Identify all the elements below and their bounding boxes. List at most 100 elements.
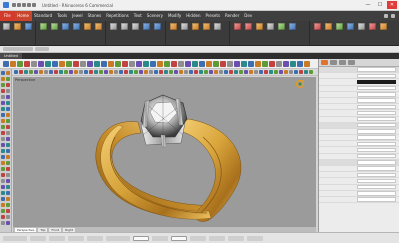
palette-tool-icon[interactable]: [6, 143, 10, 147]
toolbar-tool-icon[interactable]: [255, 60, 261, 67]
minimize-button[interactable]: —: [363, 1, 373, 9]
viewport-tab-right[interactable]: Right: [63, 227, 75, 232]
palette-tool-icon[interactable]: [1, 71, 5, 75]
toolbar-tool-icon[interactable]: [143, 60, 149, 67]
toolbar-tool-icon[interactable]: [206, 60, 212, 67]
toolbar-tool-icon[interactable]: [87, 60, 93, 67]
palette-tool-icon[interactable]: [6, 209, 10, 213]
property-value-field[interactable]: [357, 160, 396, 165]
osnap-toggle-icon[interactable]: [149, 70, 153, 74]
palette-tool-icon[interactable]: [1, 173, 5, 177]
toolbar-tool-icon[interactable]: [290, 60, 296, 67]
property-value-field[interactable]: [357, 184, 396, 190]
sweep-button[interactable]: [83, 23, 92, 30]
palette-tool-icon[interactable]: [1, 131, 5, 135]
osnap-toggle-icon[interactable]: [259, 70, 263, 74]
osnap-toggle-icon[interactable]: [179, 70, 183, 74]
properties-tab-icon[interactable]: [321, 60, 328, 65]
osnap-toggle-icon[interactable]: [44, 70, 48, 74]
palette-tool-icon[interactable]: [6, 95, 10, 99]
osnap-toggle-icon[interactable]: [114, 70, 118, 74]
osnap-toggle-icon[interactable]: [139, 70, 143, 74]
toolbar-tool-icon[interactable]: [269, 60, 275, 67]
osnap-toggle-icon[interactable]: [84, 70, 88, 74]
property-value-field[interactable]: [357, 73, 396, 78]
surface-button[interactable]: [61, 23, 70, 30]
osnap-toggle-icon[interactable]: [34, 70, 38, 74]
toolbar-tool-icon[interactable]: [227, 60, 233, 67]
property-value-field[interactable]: [357, 191, 396, 196]
osnap-toggle-icon[interactable]: [19, 70, 23, 74]
osnap-toggle-icon[interactable]: [204, 70, 208, 74]
osnap-toggle-icon[interactable]: [299, 70, 303, 74]
toolbar-tool-icon[interactable]: [52, 60, 58, 67]
loft-button[interactable]: [94, 23, 103, 30]
rotate-gumball-icon[interactable]: [295, 79, 305, 89]
toolbar-tool-icon[interactable]: [129, 60, 135, 67]
property-value-field[interactable]: [357, 135, 396, 140]
scale-button[interactable]: [131, 23, 140, 30]
palette-tool-icon[interactable]: [1, 77, 5, 81]
status-layer[interactable]: [106, 235, 130, 241]
toolbar-tool-icon[interactable]: [122, 60, 128, 67]
display-tab-icon[interactable]: [339, 60, 346, 65]
extras-button-2[interactable]: [324, 23, 333, 30]
palette-tool-icon[interactable]: [6, 173, 10, 177]
tab-render[interactable]: Render: [223, 11, 242, 21]
perspective-viewport[interactable]: Perspective Perspective Top Front Right: [13, 77, 316, 232]
palette-tool-icon[interactable]: [6, 203, 10, 207]
toolbar-tool-icon[interactable]: [157, 60, 163, 67]
property-value-field[interactable]: [357, 178, 396, 184]
palette-tool-icon[interactable]: [1, 101, 5, 105]
close-button[interactable]: ✕: [387, 1, 397, 9]
new-icon[interactable]: [12, 3, 16, 7]
toolbar-tool-icon[interactable]: [164, 60, 170, 67]
palette-tool-icon[interactable]: [6, 77, 10, 81]
mirror-button[interactable]: [142, 23, 151, 30]
palette-tool-icon[interactable]: [1, 89, 5, 93]
toolbar-tool-icon[interactable]: [38, 60, 44, 67]
osnap-toggle-icon[interactable]: [74, 70, 78, 74]
solid-button[interactable]: [72, 23, 81, 30]
palette-tool-icon[interactable]: [1, 191, 5, 195]
palette-tool-icon[interactable]: [6, 131, 10, 135]
toolbar-tool-icon[interactable]: [101, 60, 107, 67]
status-ortho[interactable]: [152, 235, 168, 241]
property-value-field[interactable]: [357, 147, 396, 153]
toolbar-tool-icon[interactable]: [304, 60, 310, 67]
property-value-field[interactable]: [357, 104, 396, 109]
osnap-toggle-icon[interactable]: [99, 70, 103, 74]
tab-scenery[interactable]: Scenery: [144, 11, 165, 21]
osnap-toggle-icon[interactable]: [94, 70, 98, 74]
palette-tool-icon[interactable]: [1, 221, 5, 225]
property-value-field[interactable]: [357, 98, 396, 103]
osnap-toggle-icon[interactable]: [304, 70, 308, 74]
toolbar-tool-icon[interactable]: [171, 60, 177, 67]
extras-button-4[interactable]: [346, 23, 355, 30]
property-value-field[interactable]: [357, 123, 396, 128]
palette-tool-icon[interactable]: [6, 215, 10, 219]
extras-button-3[interactable]: [335, 23, 344, 30]
property-value-field[interactable]: [357, 172, 396, 177]
tab-jewel[interactable]: Jewel: [70, 11, 85, 21]
osnap-toggle-icon[interactable]: [274, 70, 278, 74]
toolbar-tool-icon[interactable]: [24, 60, 30, 67]
osnap-toggle-icon[interactable]: [24, 70, 28, 74]
palette-tool-icon[interactable]: [6, 155, 10, 159]
palette-tool-icon[interactable]: [6, 101, 10, 105]
open-button[interactable]: [13, 23, 22, 30]
circle-button[interactable]: [50, 23, 59, 30]
viewport-tab-perspective[interactable]: Perspective: [15, 227, 37, 232]
property-value-field[interactable]: [357, 116, 396, 122]
osnap-toggle-icon[interactable]: [199, 70, 203, 74]
osnap-toggle-icon[interactable]: [269, 70, 273, 74]
tab-tools[interactable]: Tools: [55, 11, 70, 21]
osnap-toggle-icon[interactable]: [254, 70, 258, 74]
array-button[interactable]: [153, 23, 162, 30]
measure-button[interactable]: [288, 23, 297, 30]
toolbar-tool-icon[interactable]: [276, 60, 282, 67]
osnap-toggle-icon[interactable]: [289, 70, 293, 74]
toolbar-tool-icon[interactable]: [3, 60, 9, 67]
palette-tool-icon[interactable]: [6, 107, 10, 111]
pave-button[interactable]: [213, 23, 222, 30]
